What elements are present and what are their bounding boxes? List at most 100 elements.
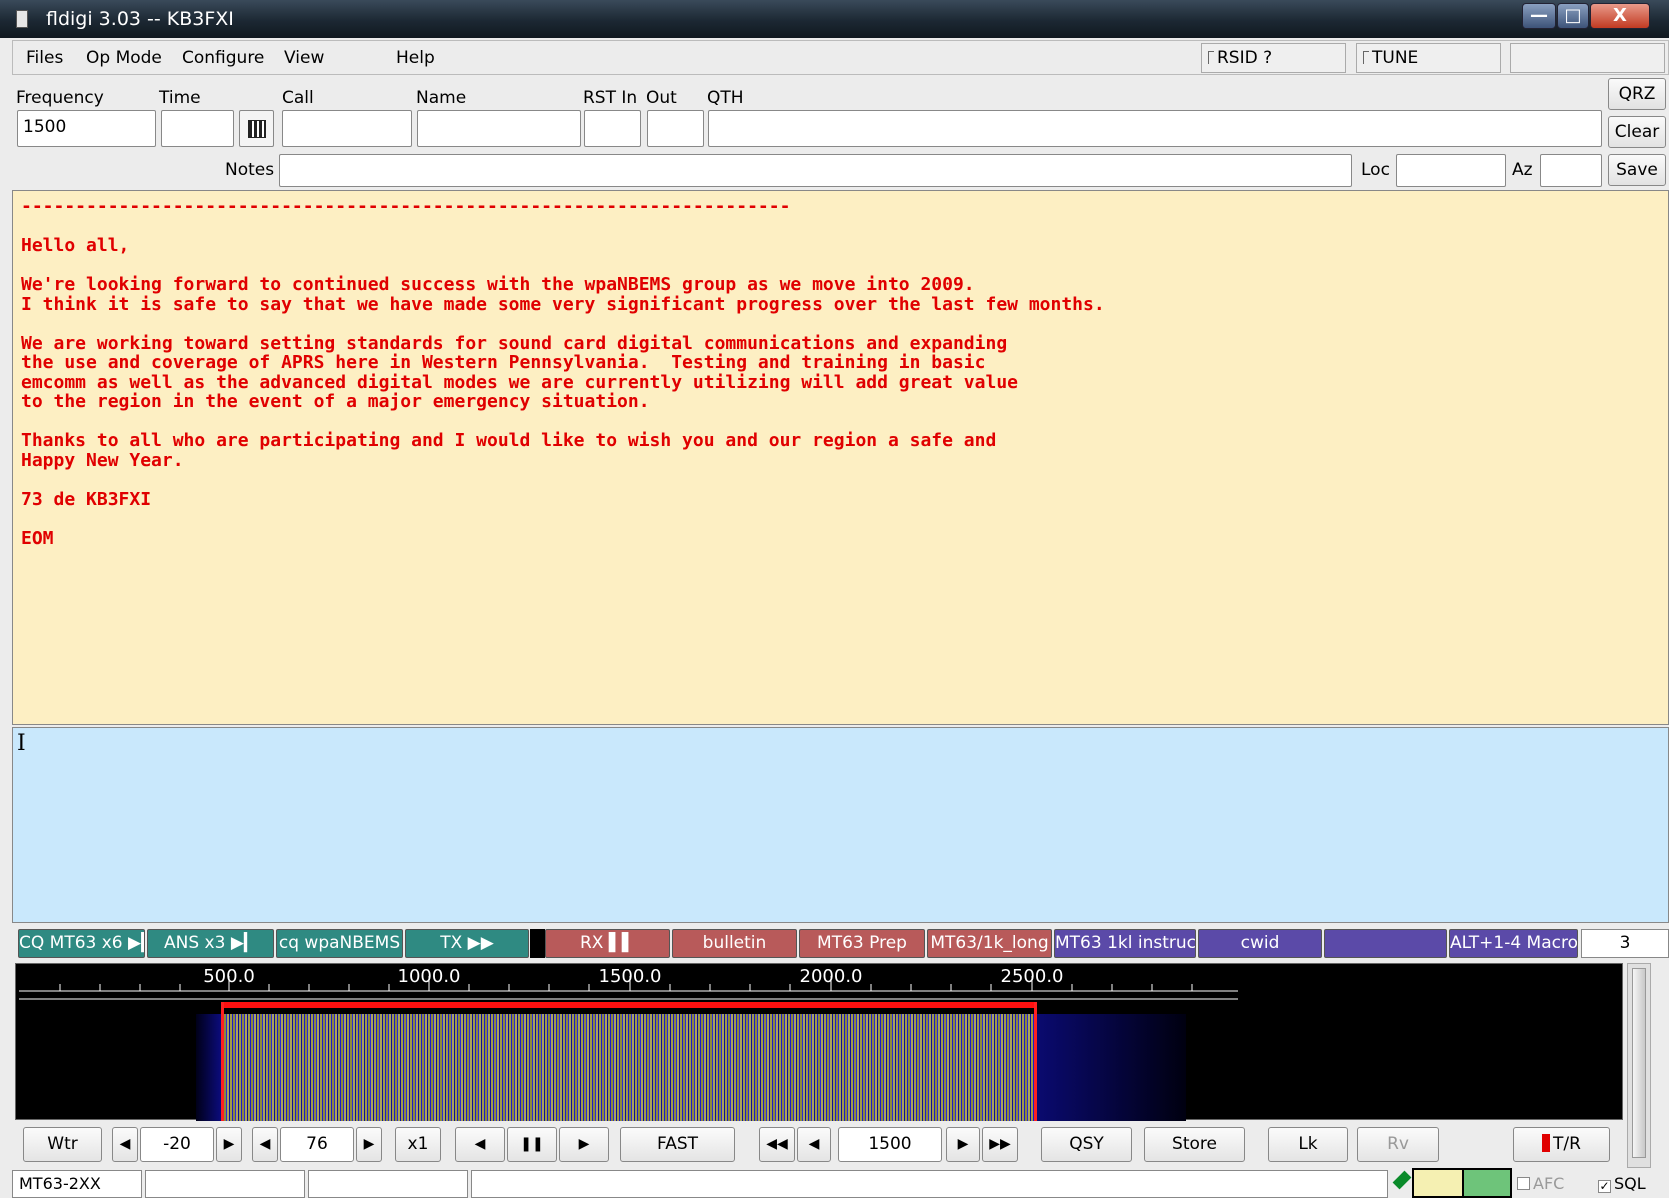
name-label: Name [416, 88, 467, 108]
az-label: Az [1512, 160, 1533, 180]
rsid-label: RSID ? [1217, 48, 1273, 68]
squelch-level-meter[interactable] [1412, 1168, 1512, 1198]
squelch-indicator-icon [1392, 1170, 1412, 1190]
menu-view[interactable]: View [284, 48, 324, 68]
time-label: Time [159, 88, 201, 108]
afc-checkbox[interactable] [1517, 1177, 1530, 1190]
minimize-button[interactable]: — [1522, 3, 1556, 29]
bandwidth-marker-right [1034, 1002, 1037, 1121]
rx-text-pane[interactable]: ----------------------------------------… [12, 190, 1669, 725]
frequency-field[interactable]: 1500 [17, 110, 156, 147]
time-field[interactable] [161, 110, 234, 147]
macro-divider [530, 929, 545, 958]
tune-label: TUNE [1372, 48, 1419, 68]
tx-text-pane[interactable]: I [12, 727, 1669, 923]
calculator-button[interactable] [239, 110, 274, 147]
ref-level-down-button[interactable]: ◀ [112, 1127, 138, 1162]
macro-alt-macros-button[interactable]: ALT+1-4 Macros [1449, 929, 1578, 958]
frequency-label: Frequency [16, 88, 104, 108]
loc-label: Loc [1361, 160, 1390, 180]
rst-in-field[interactable] [584, 110, 641, 147]
macro-bulletin-button[interactable]: bulletin [672, 929, 797, 958]
reverse-toggle[interactable]: Rv [1357, 1127, 1439, 1162]
title-bar[interactable]: fldigi 3.03 -- KB3FXI — □ X [0, 0, 1669, 38]
scale-label-2000: 2000.0 [799, 966, 863, 987]
menu-op-mode[interactable]: Op Mode [86, 48, 162, 68]
waterfall-display[interactable]: 500.0 1000.0 1500.0 2000.0 2500.0 [15, 963, 1623, 1121]
range-up-button[interactable]: ▶ [356, 1127, 382, 1162]
text-cursor-icon: I [17, 731, 26, 756]
signal-edge-right [1036, 1014, 1186, 1121]
tr-label: T/R [1553, 1134, 1581, 1154]
signal-waterfall [221, 1014, 1036, 1121]
window-title: fldigi 3.03 -- KB3FXI [46, 8, 234, 30]
notes-field[interactable] [279, 154, 1352, 187]
close-button[interactable]: X [1590, 3, 1650, 29]
azimuth-field[interactable] [1540, 154, 1602, 187]
rst-out-field[interactable] [647, 110, 704, 147]
scale-label-1000: 1000.0 [397, 966, 461, 987]
blank-indicator [1510, 43, 1665, 73]
speed-button[interactable]: FAST [620, 1127, 735, 1162]
zoom-right-button[interactable]: ▶ [559, 1127, 609, 1162]
macro-ans-button[interactable]: ANS x3 ▶▎ [147, 929, 274, 958]
qth-field[interactable] [708, 110, 1602, 147]
signal-edge-left [196, 1014, 222, 1121]
macro-cq-wpanbems-button[interactable]: cq wpaNBEMS [276, 929, 403, 958]
bandwidth-marker [221, 1002, 1036, 1008]
store-button[interactable]: Store [1144, 1127, 1245, 1162]
call-field[interactable] [282, 110, 412, 147]
name-field[interactable] [417, 110, 581, 147]
app-icon[interactable] [16, 10, 28, 28]
locator-field[interactable] [1396, 154, 1506, 187]
bandwidth-marker-left [221, 1002, 224, 1121]
afc-toggle[interactable]: AFC [1517, 1174, 1564, 1193]
signal-level-thumb[interactable] [1632, 968, 1646, 1158]
range-field[interactable]: 76 [280, 1127, 354, 1162]
rsid-checkbox [1208, 51, 1214, 64]
range-down-button[interactable]: ◀ [252, 1127, 278, 1162]
rsid-toggle[interactable]: RSID ? [1201, 43, 1346, 73]
clear-button[interactable]: Clear [1608, 116, 1666, 148]
menu-configure[interactable]: Configure [182, 48, 264, 68]
freq-down-button[interactable]: ◀ [797, 1127, 831, 1162]
macro-tx-button[interactable]: TX ▶▶ [405, 929, 529, 958]
calculator-icon [248, 120, 266, 138]
macro-mt63-prep-button[interactable]: MT63 Prep [799, 929, 925, 958]
scale-label-2500: 2500.0 [1000, 966, 1064, 987]
ref-level-field[interactable]: -20 [140, 1127, 214, 1162]
menu-help[interactable]: Help [396, 48, 435, 68]
mode-status[interactable]: MT63-2XX [12, 1170, 142, 1198]
tune-checkbox [1363, 51, 1369, 64]
ref-level-up-button[interactable]: ▶ [216, 1127, 242, 1162]
status-message [471, 1170, 1388, 1198]
sql-toggle[interactable]: ✓ SQL [1598, 1174, 1646, 1193]
pause-button[interactable]: ❚❚ [507, 1127, 557, 1162]
macro-empty-button[interactable] [1324, 929, 1447, 958]
tune-toggle[interactable]: TUNE [1356, 43, 1501, 73]
macro-mt63-instruct-button[interactable]: MT63 1kl instruct [1054, 929, 1196, 958]
menu-files[interactable]: Files [26, 48, 63, 68]
freq-up-button[interactable]: ▶ [946, 1127, 980, 1162]
freq-fast-down-button[interactable]: ◀◀ [759, 1127, 795, 1162]
waterfall-mode-button[interactable]: Wtr [23, 1127, 102, 1162]
macro-rx-button[interactable]: RX ▌▌ [545, 929, 670, 958]
zoom-button[interactable]: x1 [395, 1127, 441, 1162]
carrier-frequency-field[interactable]: 1500 [838, 1127, 942, 1162]
macro-set-number[interactable]: 3 [1581, 929, 1669, 958]
macro-mt63-long-button[interactable]: MT63/1k_long [927, 929, 1052, 958]
qrz-button[interactable]: QRZ [1608, 78, 1666, 110]
scale-label-1500: 1500.0 [598, 966, 662, 987]
lock-toggle[interactable]: Lk [1268, 1127, 1348, 1162]
macro-cwid-button[interactable]: cwid [1198, 929, 1322, 958]
maximize-button[interactable]: □ [1557, 3, 1589, 29]
zoom-left-button[interactable]: ◀ [455, 1127, 505, 1162]
freq-fast-up-button[interactable]: ▶▶ [982, 1127, 1018, 1162]
save-button[interactable]: Save [1608, 154, 1666, 186]
qth-label: QTH [707, 88, 744, 108]
tr-toggle[interactable]: T/R [1513, 1127, 1610, 1162]
macro-cq-button[interactable]: CQ MT63 x6 ▶▎ [18, 929, 145, 958]
sql-checkbox[interactable]: ✓ [1598, 1180, 1611, 1193]
qsy-button[interactable]: QSY [1041, 1127, 1132, 1162]
status-field-3 [308, 1170, 468, 1198]
